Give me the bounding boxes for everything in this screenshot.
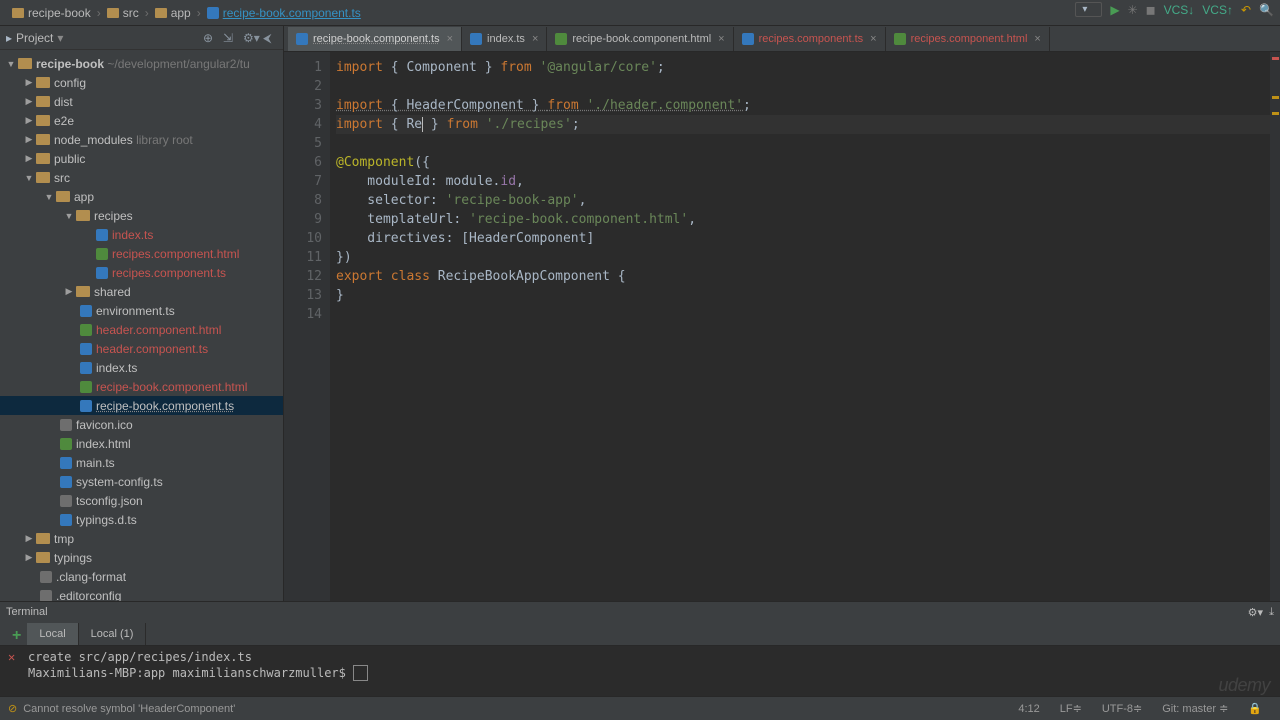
tab-recipes-html[interactable]: recipes.component.html× [886,27,1050,51]
folder-shared[interactable]: shared [94,285,131,299]
file-favicon[interactable]: favicon.ico [76,418,133,432]
folder-node-modules[interactable]: node_modules [54,133,133,147]
file-index-html[interactable]: index.html [76,437,131,451]
settings-icon[interactable]: ⚙▾ [243,31,257,45]
stop-icon[interactable]: ◼ [1146,3,1156,17]
file-recipe-book-html[interactable]: recipe-book.component.html [96,380,247,394]
error-stripe[interactable] [1270,52,1280,601]
folder-public[interactable]: public [54,152,85,166]
status-caret-position[interactable]: 4:12 [1018,703,1039,715]
file-app-index-ts[interactable]: index.ts [96,361,137,375]
code-content[interactable]: import { Component } from '@angular/core… [330,52,1280,601]
folder-src[interactable]: src [54,171,70,185]
project-sidebar: ▸ Project ▾ ⊕ ⇲ ⚙▾ ⮜ ▼recipe-book ~/deve… [0,26,284,601]
vcs-update-icon[interactable]: VCS↓ [1164,3,1195,17]
breadcrumb-root[interactable]: recipe-book [8,6,95,20]
folder-typings[interactable]: typings [54,551,92,565]
file-clang-format[interactable]: .clang-format [56,570,126,584]
run-icon[interactable]: ▶ [1110,3,1119,17]
undo-icon[interactable]: ↶ [1241,3,1251,17]
status-bar: ⊘ Cannot resolve symbol 'HeaderComponent… [0,696,1280,720]
ts-file-icon [296,33,308,45]
ts-file-icon [207,7,219,19]
terminal-tab-local[interactable]: Local [27,623,78,645]
file-main-ts[interactable]: main.ts [76,456,115,470]
close-icon[interactable]: × [870,33,876,45]
file-editorconfig[interactable]: .editorconfig [56,589,121,602]
folder-config[interactable]: config [54,76,86,90]
code-editor[interactable]: 1234567891011121314 import { Component }… [284,52,1280,601]
breadcrumb-app[interactable]: app [151,6,195,20]
file-environment-ts[interactable]: environment.ts [96,304,175,318]
status-encoding[interactable]: UTF-8≑ [1102,702,1142,715]
file-recipe-book-ts[interactable]: recipe-book.component.ts [96,399,234,413]
terminal-tabs: + Local Local (1) [0,622,1280,646]
folder-icon [155,8,167,18]
breadcrumb-src[interactable]: src [103,6,143,20]
folder-app[interactable]: app [74,190,94,204]
file-index-ts[interactable]: index.ts [112,228,153,242]
file-header-ts[interactable]: header.component.ts [96,342,208,356]
close-icon[interactable]: × [1034,33,1040,45]
file-header-html[interactable]: header.component.html [96,323,221,337]
status-warning-icon[interactable]: ⊘ [8,702,17,715]
close-icon[interactable]: × [532,33,538,45]
project-panel-title: Project [16,31,53,45]
file-recipes-html[interactable]: recipes.component.html [112,247,239,261]
run-config-dropdown[interactable]: ▾ [1075,2,1102,17]
terminal-output: create src/app/recipes/index.ts [28,650,1272,666]
search-icon[interactable]: 🔍 [1259,3,1274,17]
close-terminal-icon[interactable]: ✕ [8,650,15,664]
html-file-icon [894,33,906,45]
breadcrumb-bar: recipe-book › src › app › recipe-book.co… [0,0,1280,26]
folder-tmp[interactable]: tmp [54,532,74,546]
status-lock-icon[interactable]: 🔒 [1248,702,1262,715]
file-typings-d-ts[interactable]: typings.d.ts [76,513,137,527]
file-recipes-ts[interactable]: recipes.component.ts [112,266,226,280]
terminal-tab-local-1[interactable]: Local (1) [79,623,147,645]
project-icon: ▸ [6,31,12,45]
gear-icon[interactable]: ⚙▾ [1248,606,1263,619]
close-icon[interactable]: × [718,33,724,45]
status-git-branch[interactable]: Git: master ≑ [1162,702,1228,715]
folder-e2e[interactable]: e2e [54,114,74,128]
hide-icon[interactable]: ⮜ [263,31,277,45]
status-message: Cannot resolve symbol 'HeaderComponent' [23,703,235,715]
tab-recipe-book-ts[interactable]: recipe-book.component.ts× [288,27,462,51]
terminal-body[interactable]: ✕ create src/app/recipes/index.ts Maximi… [0,646,1280,686]
ts-file-icon [470,33,482,45]
collapse-all-icon[interactable]: ⇲ [223,31,237,45]
breadcrumb-file[interactable]: recipe-book.component.ts [203,6,365,20]
tab-recipe-book-html[interactable]: recipe-book.component.html× [547,27,733,51]
scroll-from-source-icon[interactable]: ⊕ [203,31,217,45]
close-icon[interactable]: × [447,33,453,45]
project-panel-header[interactable]: ▸ Project ▾ ⊕ ⇲ ⚙▾ ⮜ [0,26,283,50]
tree-root[interactable]: recipe-book [36,57,104,71]
debug-icon[interactable]: ✳ [1128,3,1138,17]
file-system-config[interactable]: system-config.ts [76,475,163,489]
file-tsconfig[interactable]: tsconfig.json [76,494,143,508]
toolbar-right: ▾ ▶ ✳ ◼ VCS↓ VCS↑ ↶ 🔍 [1075,2,1274,17]
folder-icon [12,8,24,18]
editor-area: recipe-book.component.ts× index.ts× reci… [284,26,1280,601]
add-terminal-button[interactable]: + [12,627,21,645]
status-line-separator[interactable]: LF≑ [1060,702,1082,715]
tab-index-ts[interactable]: index.ts× [462,27,547,51]
editor-tabs: recipe-book.component.ts× index.ts× reci… [284,26,1280,52]
project-tree[interactable]: ▼recipe-book ~/development/angular2/tu ▶… [0,50,283,601]
watermark: udemy [1218,675,1270,696]
hide-icon[interactable]: ⤓ [1269,606,1274,619]
folder-recipes[interactable]: recipes [94,209,133,223]
vcs-commit-icon[interactable]: VCS↑ [1202,3,1233,17]
terminal-prompt: Maximilians-MBP:app maximilianschwarzmul… [28,666,353,680]
tab-recipes-ts[interactable]: recipes.component.ts× [734,27,886,51]
ts-file-icon [742,33,754,45]
html-file-icon [555,33,567,45]
folder-dist[interactable]: dist [54,95,73,109]
terminal-title: Terminal [6,606,48,618]
line-gutter: 1234567891011121314 [284,52,330,601]
folder-icon [107,8,119,18]
terminal-header[interactable]: Terminal ⚙▾ ⤓ [0,602,1280,622]
terminal-panel: Terminal ⚙▾ ⤓ + Local Local (1) ✕ create… [0,601,1280,686]
